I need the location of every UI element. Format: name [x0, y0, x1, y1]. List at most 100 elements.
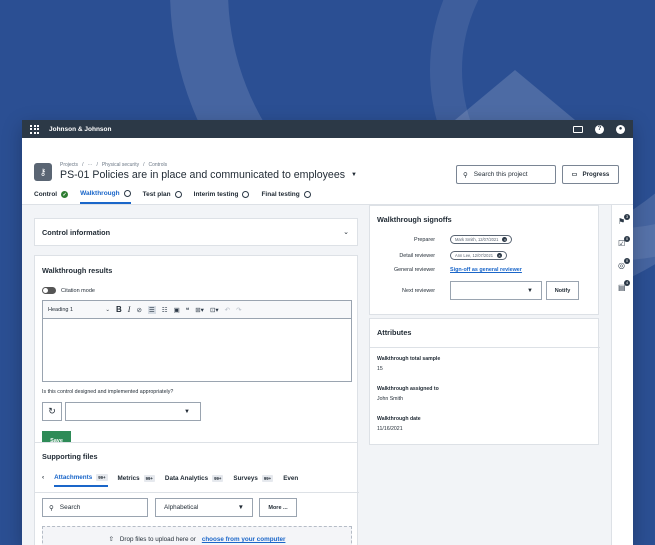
tab-data-analytics[interactable]: Data Analytics 99+ — [165, 474, 224, 487]
count-badge: 99+ — [143, 475, 155, 482]
key-icon: ⚷ — [34, 163, 52, 181]
chevron-down-icon: ⌄ — [105, 306, 110, 313]
rail-badge: 4 — [624, 280, 630, 286]
redo-icon[interactable]: ↷ — [236, 306, 241, 314]
walkthrough-results-card: Walkthrough results Citation mode Headin… — [34, 255, 358, 460]
upload-icon: ⇧ — [108, 536, 114, 543]
divider — [370, 347, 600, 348]
task-icon[interactable]: ◎ 0 — [618, 258, 630, 271]
general-reviewer-row: General reviewer Sign-off as general rev… — [370, 267, 600, 273]
remove-icon[interactable]: × — [502, 237, 508, 242]
table-icon[interactable]: ⊞▾ — [195, 306, 204, 314]
supporting-files-title: Supporting files — [42, 452, 98, 461]
stage-tabs: Control ✓ Walkthrough Test plan Interim … — [34, 190, 311, 204]
rich-text-editor[interactable]: Heading 1 ⌄ B I ⊘ ☰ ☷ ▣ ❝ ⊞▾ ⊡▾ ↶ ↷ — [42, 300, 352, 382]
image-icon[interactable]: ▣ — [174, 306, 180, 314]
keyboard-icon[interactable] — [573, 125, 583, 133]
count-badge: 99+ — [261, 475, 274, 482]
refresh-icon[interactable]: ↻ — [42, 402, 62, 421]
tab-control-label: Control — [34, 191, 58, 198]
next-reviewer-row: Next reviewer ▼ Notify — [370, 281, 600, 300]
remove-icon[interactable]: × — [497, 253, 503, 258]
design-answer-select[interactable]: ▼ — [65, 402, 201, 421]
breadcrumb-physical-security[interactable]: Physical security — [102, 162, 139, 168]
tab-control[interactable]: Control ✓ — [34, 190, 69, 204]
caret-down-icon: ▼ — [527, 287, 533, 294]
search-icon: ⚲ — [49, 504, 54, 512]
page-title-text: PS-01 Policies are in place and communic… — [60, 169, 346, 181]
caret-down-icon: ▼ — [237, 504, 244, 511]
bold-icon[interactable]: B — [116, 305, 122, 314]
divider — [35, 492, 359, 493]
tab-final-testing[interactable]: Final testing — [261, 190, 311, 204]
link-icon[interactable]: ⊘ — [136, 306, 141, 314]
app-launcher-icon[interactable] — [30, 124, 39, 134]
italic-icon[interactable]: I — [128, 305, 131, 314]
rail-badge: 0 — [624, 236, 630, 242]
comments-icon[interactable]: ▤ 4 — [618, 280, 630, 293]
notify-button[interactable]: Notify — [546, 281, 579, 300]
breadcrumb-controls[interactable]: Controls — [148, 162, 167, 168]
citation-mode-toggle[interactable] — [42, 287, 56, 294]
control-information-card[interactable]: Control information ⌄ — [34, 218, 358, 246]
tab-walkthrough[interactable]: Walkthrough — [80, 190, 131, 204]
sort-select[interactable]: Alphabetical ▼ — [155, 498, 253, 517]
detail-reviewer-label: Detail reviewer — [399, 252, 435, 259]
chevron-down-icon[interactable]: ⌄ — [343, 228, 349, 236]
walkthrough-signoffs-title: Walkthrough signoffs — [377, 215, 452, 224]
caret-down-icon[interactable]: ▼ — [351, 172, 357, 178]
numbered-list-icon[interactable]: ☷ — [162, 306, 168, 314]
tab-attachments[interactable]: Attachments 99+ — [54, 474, 108, 487]
search-project-button[interactable]: ⚲ Search this project — [456, 165, 556, 184]
tab-interim-testing-label: Interim testing — [193, 191, 239, 198]
undo-icon[interactable]: ↶ — [225, 306, 230, 314]
user-icon[interactable]: ● — [616, 124, 625, 134]
tab-surveys[interactable]: Surveys 99+ — [233, 474, 274, 487]
general-reviewer-label: General reviewer — [393, 267, 435, 273]
tab-metrics[interactable]: Metrics 99+ — [118, 474, 155, 487]
breadcrumb-projects[interactable]: Projects — [60, 162, 78, 168]
background-triangle — [455, 70, 575, 120]
attribute-value: John Smith — [377, 396, 403, 402]
circle-icon — [303, 191, 311, 198]
page-title[interactable]: PS-01 Policies are in place and communic… — [60, 169, 357, 181]
chevron-left-icon[interactable]: ‹ — [42, 474, 44, 487]
breadcrumb-ellipsis[interactable]: ··· — [87, 162, 92, 168]
next-reviewer-select[interactable]: ▼ — [450, 281, 542, 300]
check-circle-icon: ✓ — [61, 191, 69, 198]
progress-button[interactable]: ▭ Progress — [562, 165, 619, 184]
tab-attachments-label: Attachments — [54, 474, 93, 481]
tab-events[interactable]: Even — [283, 474, 298, 487]
circle-icon — [174, 191, 182, 198]
signoff-general-reviewer-link[interactable]: Sign-off as general reviewer — [450, 267, 522, 273]
preparer-row: Preparer Mark Smith, 12/07/2021 × — [370, 235, 600, 244]
files-search-input[interactable]: ⚲ Search — [42, 498, 148, 517]
bullet-list-icon[interactable]: ☰ — [147, 305, 156, 314]
more-button[interactable]: More ... — [259, 498, 297, 517]
citation-mode-row: Citation mode — [42, 287, 95, 294]
breadcrumb-separator: / — [143, 162, 145, 168]
walkthrough-signoffs-card: Walkthrough signoffs Preparer Mark Smith… — [369, 205, 599, 315]
drop-text: Drop files to upload here or — [119, 536, 196, 543]
help-icon[interactable]: ? — [595, 124, 604, 134]
rail-badge: 0 — [624, 258, 630, 264]
file-drop-zone[interactable]: ⇧ Drop files to upload here or choose fr… — [42, 526, 352, 545]
checklist-icon[interactable]: ☑ 0 — [618, 236, 630, 249]
insert-icon[interactable]: ⊡▾ — [210, 306, 219, 314]
tab-test-plan-label: Test plan — [142, 191, 171, 198]
right-rail: ⚑ 3 ☑ 0 ◎ 0 ▤ 4 — [611, 205, 633, 545]
choose-files-link[interactable]: choose from your computer — [202, 536, 286, 543]
heading-select[interactable]: Heading 1 ⌄ — [48, 307, 110, 313]
detail-reviewer-value: Ann Lee, 12/07/2021 — [455, 253, 494, 258]
attribute-value: 15 — [377, 366, 383, 372]
breadcrumb-separator: / — [96, 162, 98, 168]
next-reviewer-label: Next reviewer — [402, 287, 435, 294]
detail-reviewer-row: Detail reviewer Ann Lee, 12/07/2021 × — [370, 251, 600, 260]
tab-surveys-label: Surveys — [233, 475, 258, 482]
preparer-value: Mark Smith, 12/07/2021 — [455, 237, 499, 242]
tab-interim-testing[interactable]: Interim testing — [194, 190, 250, 204]
flag-icon[interactable]: ⚑ 3 — [618, 214, 630, 227]
walkthrough-results-title: Walkthrough results — [42, 266, 113, 275]
quote-icon[interactable]: ❝ — [186, 306, 190, 314]
tab-test-plan[interactable]: Test plan — [143, 190, 182, 204]
